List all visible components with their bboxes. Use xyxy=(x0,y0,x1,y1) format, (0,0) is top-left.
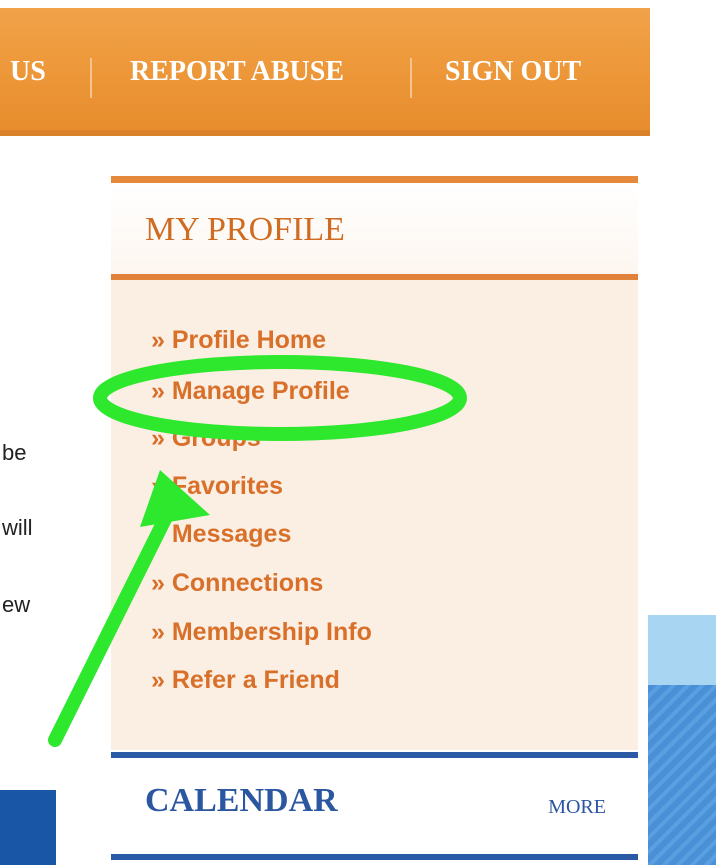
nav-divider xyxy=(90,58,92,98)
body-text-fragment: will xyxy=(2,515,33,540)
menu-item-refer-a-friend[interactable]: » Refer a Friend xyxy=(151,666,340,695)
profile-panel-title: MY PROFILE xyxy=(145,211,345,248)
decorative-banner-top xyxy=(648,615,716,685)
nav-link-contact-us[interactable]: US xyxy=(10,56,46,88)
calendar-title: CALENDAR xyxy=(145,782,338,819)
top-nav-bar: US REPORT ABUSE SIGN OUT xyxy=(0,8,650,136)
menu-item-profile-home[interactable]: » Profile Home xyxy=(151,326,326,355)
menu-item-manage-profile[interactable]: » Manage Profile xyxy=(151,377,350,406)
menu-item-groups[interactable]: » Groups xyxy=(151,424,261,453)
calendar-divider xyxy=(111,854,638,860)
nav-divider xyxy=(410,58,412,98)
menu-item-messages[interactable]: » Messages xyxy=(151,520,291,549)
body-text-fragment: be xyxy=(2,440,27,465)
menu-item-connections[interactable]: » Connections xyxy=(151,569,323,598)
nav-link-sign-out[interactable]: SIGN OUT xyxy=(445,56,581,88)
menu-item-membership-info[interactable]: » Membership Info xyxy=(151,618,372,647)
nav-link-report-abuse[interactable]: REPORT ABUSE xyxy=(130,56,344,88)
calendar-more-link[interactable]: MORE xyxy=(548,796,606,819)
menu-item-favorites[interactable]: » Favorites xyxy=(151,472,283,501)
left-blue-block xyxy=(0,790,56,865)
profile-menu: » Profile Home » Manage Profile » Groups… xyxy=(111,280,638,750)
calendar-panel: CALENDAR MORE xyxy=(111,752,638,865)
body-text-fragment: ew xyxy=(2,592,31,617)
profile-panel-header: MY PROFILE xyxy=(111,176,638,280)
